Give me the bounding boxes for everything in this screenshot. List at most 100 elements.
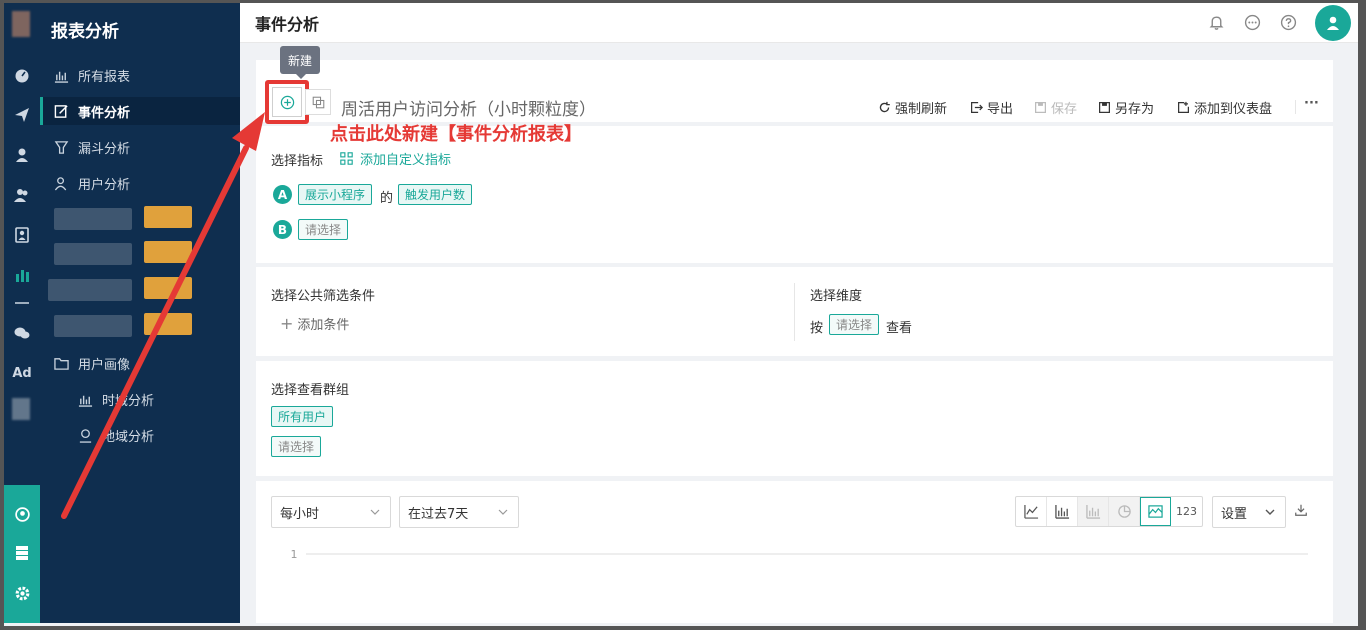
sidebar-item-region-analysis[interactable]: 地域分析 xyxy=(40,421,240,449)
download-icon[interactable] xyxy=(1294,503,1308,521)
chevron-down-icon xyxy=(498,509,508,515)
date-range-select[interactable]: 在过去7天 xyxy=(399,496,519,528)
toolbar-divider xyxy=(1295,100,1296,114)
add-to-dashboard-button[interactable]: 添加到仪表盘 xyxy=(1177,98,1272,117)
location-icon[interactable] xyxy=(4,502,40,526)
copy-report-button[interactable] xyxy=(305,89,331,115)
bell-icon[interactable] xyxy=(1206,12,1226,32)
users-icon[interactable] xyxy=(4,183,40,207)
bar-chart-icon[interactable] xyxy=(4,263,40,287)
dimension-select[interactable]: 请选择 xyxy=(829,314,880,335)
all-users-tag[interactable]: 所有用户 xyxy=(271,406,334,427)
save-icon xyxy=(1034,101,1047,114)
add-custom-metric-button[interactable]: 添加自定义指标 xyxy=(340,149,451,168)
pie-chart-button[interactable] xyxy=(1109,497,1140,526)
stacked-bar-icon xyxy=(1085,504,1100,519)
server-icon[interactable] xyxy=(4,541,40,565)
blurred-menu-badge xyxy=(144,277,192,299)
blurred-menu-item[interactable] xyxy=(54,243,132,265)
sidebar-item-label: 所有报表 xyxy=(78,69,131,85)
edit-icon xyxy=(53,103,69,119)
granularity-value: 每小时 xyxy=(280,506,320,522)
refresh-label: 强制刷新 xyxy=(895,102,948,117)
sidebar-item-user-analysis[interactable]: 用户分析 xyxy=(40,169,240,197)
bar-chart-icon xyxy=(53,67,69,83)
line-chart-button[interactable] xyxy=(1016,497,1047,526)
stacked-bar-button[interactable] xyxy=(1078,497,1109,526)
area-chart-button[interactable] xyxy=(1140,497,1171,526)
annotation-text: 点击此处新建【事件分析报表】 xyxy=(330,124,582,145)
main-content: 新建 周活用户访问分析（小时颗粒度） 强制刷新 导出 保存 另存为 添加到仪表盘… xyxy=(240,43,1358,623)
granularity-select[interactable]: 每小时 xyxy=(271,496,391,528)
gear-icon[interactable] xyxy=(4,581,40,605)
sidebar-item-label: 用户分析 xyxy=(78,177,131,193)
user-icon xyxy=(1327,16,1339,30)
pie-chart-icon xyxy=(1117,505,1131,518)
page-title: 事件分析 xyxy=(255,15,320,34)
user-icon[interactable] xyxy=(4,143,40,167)
refresh-icon xyxy=(878,101,891,114)
blurred-menu-badge xyxy=(144,241,192,263)
metrics-label: 选择指标 xyxy=(271,154,324,169)
grid-icon xyxy=(340,152,353,165)
portrait-icon[interactable] xyxy=(4,223,40,247)
area-chart-icon xyxy=(1148,505,1163,518)
sidebar-item-label: 事件分析 xyxy=(78,105,131,121)
sidebar-item-time-analysis[interactable]: 时域分析 xyxy=(40,385,240,413)
dashboard-icon[interactable] xyxy=(4,63,40,87)
sidebar-item-event-analysis[interactable]: 事件分析 xyxy=(40,97,240,125)
y-tick-label: 1 xyxy=(291,548,298,561)
add-dashboard-icon xyxy=(1177,101,1190,114)
date-range-value: 在过去7天 xyxy=(408,506,469,522)
message-icon[interactable] xyxy=(1242,12,1262,32)
blurred-menu-item[interactable] xyxy=(54,315,132,337)
report-title[interactable]: 周活用户访问分析（小时颗粒度） xyxy=(341,95,596,120)
metrics-panel: 选择指标 添加自定义指标 A 展示小程序 的 触发用户数 B 请选择 xyxy=(256,126,1333,263)
blurred-menu-item[interactable] xyxy=(54,208,132,230)
group-select[interactable]: 请选择 xyxy=(271,436,322,457)
blurred-menu-item[interactable] xyxy=(48,279,132,301)
metric-b-badge: B xyxy=(273,220,292,239)
export-button[interactable]: 导出 xyxy=(970,98,1013,117)
add-report-button[interactable] xyxy=(272,87,302,117)
send-icon[interactable] xyxy=(4,103,40,127)
line-chart-icon xyxy=(1023,504,1038,519)
more-button[interactable]: ··· xyxy=(1304,96,1319,111)
settings-select[interactable]: 设置 xyxy=(1212,496,1286,528)
plus-circle-icon xyxy=(280,95,294,109)
number-view-button[interactable]: 123 xyxy=(1171,497,1202,526)
save-button[interactable]: 保存 xyxy=(1034,98,1077,117)
save-label: 保存 xyxy=(1051,102,1078,117)
blurred-menu-badge xyxy=(144,313,192,335)
refresh-button[interactable]: 强制刷新 xyxy=(878,98,947,117)
metric-a-measure-select[interactable]: 触发用户数 xyxy=(398,184,473,205)
metric-b-select[interactable]: 请选择 xyxy=(298,219,349,240)
groups-label: 选择查看群组 xyxy=(271,383,350,398)
wechat-icon[interactable] xyxy=(4,321,40,345)
user-search-icon xyxy=(53,175,69,191)
save-as-button[interactable]: 另存为 xyxy=(1098,98,1154,117)
metric-a-event-select[interactable]: 展示小程序 xyxy=(298,184,373,205)
chevron-down-icon xyxy=(1265,509,1275,515)
bar-chart-button[interactable] xyxy=(1047,497,1078,526)
panel-divider xyxy=(794,283,795,341)
folder-icon xyxy=(53,355,69,371)
sidebar-item-user-portrait[interactable]: 用户画像 xyxy=(40,349,240,377)
add-custom-metric-label: 添加自定义指标 xyxy=(360,153,452,168)
blurred-rail-icon xyxy=(12,398,30,420)
export-label: 导出 xyxy=(987,102,1014,117)
add-condition-button[interactable]: + 添加条件 xyxy=(280,314,349,333)
ad-icon[interactable]: Ad xyxy=(4,361,40,385)
sidebar-title: 报表分析 xyxy=(51,22,119,42)
sidebar-item-all-reports[interactable]: 所有报表 xyxy=(40,61,240,89)
filter-label: 选择公共筛选条件 xyxy=(271,289,376,304)
add-condition-label: 添加条件 xyxy=(297,318,350,333)
sidebar-item-funnel-analysis[interactable]: 漏斗分析 xyxy=(40,133,240,161)
export-icon xyxy=(970,101,983,114)
dimension-prefix: 按 xyxy=(810,321,824,336)
avatar[interactable] xyxy=(1315,5,1351,41)
report-toolbar: 新建 周活用户访问分析（小时颗粒度） 强制刷新 导出 保存 另存为 添加到仪表盘… xyxy=(256,46,1333,124)
dimension-suffix: 查看 xyxy=(886,321,913,336)
copy-icon xyxy=(312,96,324,108)
help-icon[interactable] xyxy=(1278,12,1298,32)
